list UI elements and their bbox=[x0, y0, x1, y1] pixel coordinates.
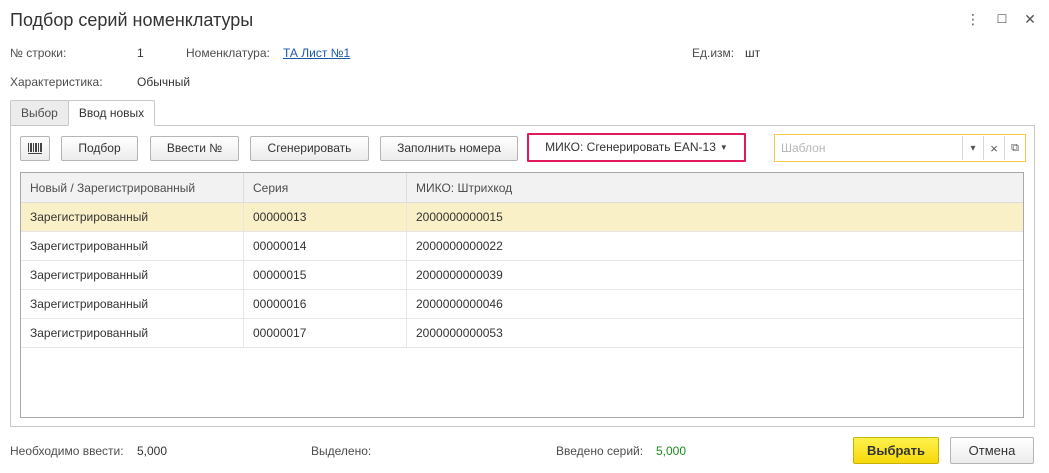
nomenclature-label: Номенклатура: bbox=[186, 46, 270, 60]
template-field: ▾ × ⧉ bbox=[774, 134, 1026, 162]
cancel-button[interactable]: Отмена bbox=[950, 437, 1034, 464]
barcode-icon bbox=[28, 143, 42, 154]
cell-status: Зарегистрированный bbox=[21, 203, 244, 231]
more-menu-icon[interactable]: ⋮ bbox=[964, 10, 982, 28]
maximize-icon[interactable]: ☐ bbox=[993, 10, 1011, 28]
unit-label: Ед.изм: bbox=[692, 46, 735, 60]
template-input[interactable] bbox=[775, 136, 962, 160]
miko-generate-ean13-button[interactable]: МИКО: Сгенерировать EAN-13 ▼ bbox=[527, 133, 746, 162]
nomenclature-link[interactable]: ТА Лист №1 bbox=[283, 46, 350, 60]
row-number-label: № строки: bbox=[10, 46, 67, 60]
fill-numbers-button[interactable]: Заполнить номера bbox=[380, 136, 518, 161]
dropdown-arrow-icon: ▼ bbox=[719, 143, 728, 153]
unit-value: шт bbox=[745, 46, 761, 60]
podbor-button[interactable]: Подбор bbox=[61, 136, 138, 161]
series-table: Новый / Зарегистрированный Серия МИКО: Ш… bbox=[20, 172, 1024, 418]
table-row[interactable]: Зарегистрированный 00000013 200000000001… bbox=[21, 203, 1023, 232]
open-form-icon[interactable]: ⧉ bbox=[1004, 136, 1025, 160]
barcode-scan-button[interactable] bbox=[20, 136, 50, 161]
cell-status: Зарегистрированный bbox=[21, 319, 244, 347]
cell-barcode: 2000000000015 bbox=[416, 210, 503, 224]
cell-series: 00000017 bbox=[244, 319, 407, 347]
row-number-value: 1 bbox=[137, 46, 144, 60]
clear-icon[interactable]: × bbox=[983, 136, 1004, 160]
cell-series: 00000013 bbox=[244, 203, 407, 231]
cell-barcode: 2000000000046 bbox=[416, 297, 503, 311]
chevron-down-icon[interactable]: ▾ bbox=[962, 136, 983, 160]
table-header: Новый / Зарегистрированный Серия МИКО: Ш… bbox=[21, 173, 1023, 203]
column-header-barcode[interactable]: МИКО: Штрихкод bbox=[407, 173, 1023, 202]
cell-series: 00000014 bbox=[244, 232, 407, 260]
table-row[interactable]: Зарегистрированный 00000015 200000000003… bbox=[21, 261, 1023, 290]
required-value: 5,000 bbox=[137, 444, 168, 458]
table-row[interactable]: Зарегистрированный 00000016 200000000004… bbox=[21, 290, 1023, 319]
enter-number-button[interactable]: Ввести № bbox=[150, 136, 239, 161]
entered-series-label: Введено серий: bbox=[556, 444, 644, 458]
column-header-series[interactable]: Серия bbox=[244, 173, 407, 202]
cell-status: Зарегистрированный bbox=[21, 232, 244, 260]
table-row[interactable]: Зарегистрированный 00000017 200000000005… bbox=[21, 319, 1023, 348]
characteristic-label: Характеристика: bbox=[10, 75, 103, 89]
window-title: Подбор серий номенклатуры bbox=[10, 10, 254, 30]
cell-series: 00000015 bbox=[244, 261, 407, 289]
select-button[interactable]: Выбрать bbox=[853, 437, 939, 464]
cell-series: 00000016 bbox=[244, 290, 407, 318]
generate-button[interactable]: Сгенерировать bbox=[250, 136, 369, 161]
cell-barcode: 2000000000039 bbox=[416, 268, 503, 282]
tab-select[interactable]: Выбор bbox=[10, 100, 69, 126]
characteristic-value: Обычный bbox=[137, 75, 191, 89]
cell-barcode: 2000000000053 bbox=[416, 326, 503, 340]
cell-status: Зарегистрированный bbox=[21, 261, 244, 289]
entered-series-value: 5,000 bbox=[656, 444, 687, 458]
required-label: Необходимо ввести: bbox=[10, 444, 124, 458]
cell-status: Зарегистрированный bbox=[21, 290, 244, 318]
miko-generate-label: МИКО: Сгенерировать EAN-13 bbox=[545, 140, 716, 154]
tab-bar: Выбор Ввод новых bbox=[10, 100, 156, 126]
tab-enter-new[interactable]: Ввод новых bbox=[67, 100, 156, 126]
column-header-status[interactable]: Новый / Зарегистрированный bbox=[21, 173, 244, 202]
cell-barcode: 2000000000022 bbox=[416, 239, 503, 253]
close-icon[interactable]: ✕ bbox=[1021, 10, 1039, 28]
selected-label: Выделено: bbox=[311, 444, 372, 458]
table-row[interactable]: Зарегистрированный 00000014 200000000002… bbox=[21, 232, 1023, 261]
